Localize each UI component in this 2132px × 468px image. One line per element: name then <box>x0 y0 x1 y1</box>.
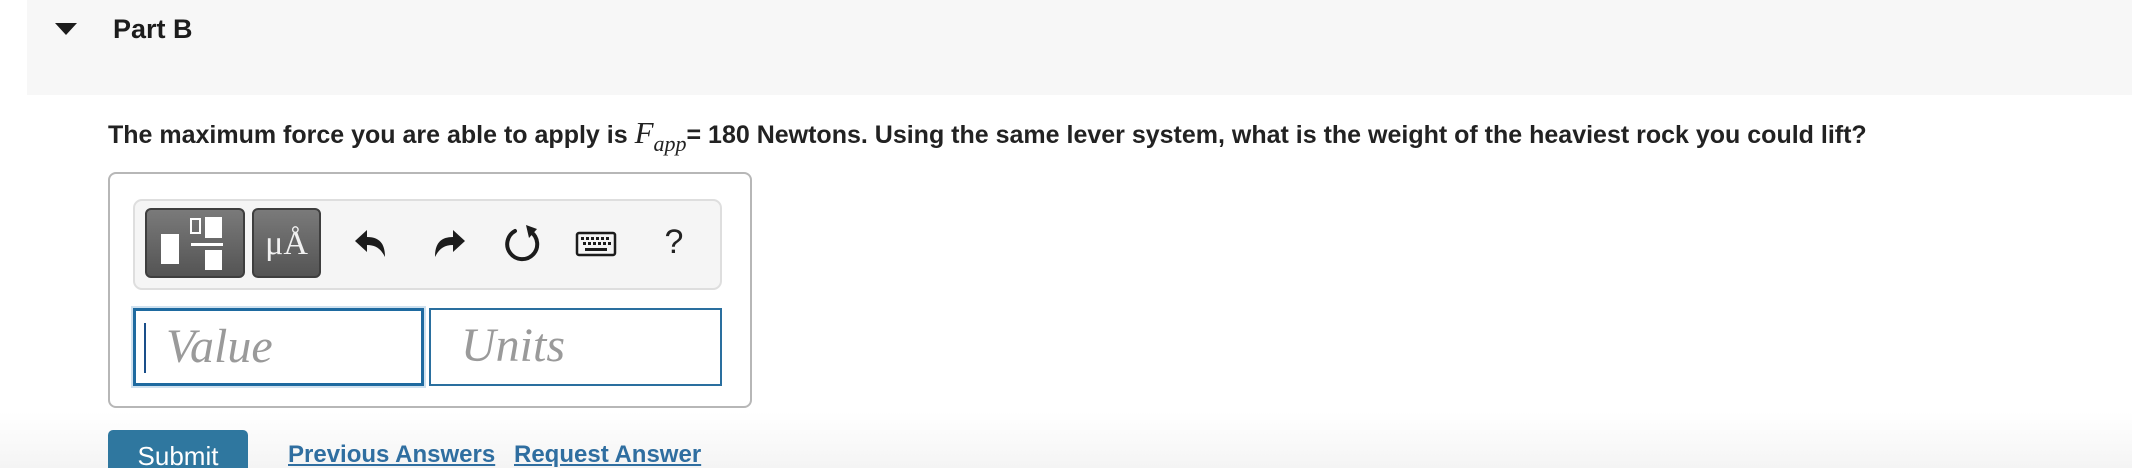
undo-icon[interactable] <box>345 215 401 271</box>
math-symbol: F <box>634 115 654 150</box>
redo-icon[interactable] <box>419 215 475 271</box>
request-answer-link[interactable]: Request Answer <box>514 438 701 468</box>
previous-answers-link[interactable]: Previous Answers <box>288 438 495 468</box>
templates-button[interactable] <box>145 208 245 278</box>
units-input[interactable]: Units <box>429 308 722 386</box>
page: Part B The maximum force you are able to… <box>0 0 2132 468</box>
value-input[interactable]: Value <box>133 308 424 386</box>
question-text-before: The maximum force you are able to apply … <box>108 121 635 149</box>
help-button[interactable]: ? <box>654 219 694 265</box>
question-text-after: = 180 Newtons. Using the same lever syst… <box>686 121 1867 149</box>
part-title: Part B <box>113 14 193 44</box>
math-subscript: app <box>653 131 687 156</box>
units-label: μÅ <box>265 225 308 262</box>
units-button[interactable]: μÅ <box>252 208 321 278</box>
keyboard-icon[interactable] <box>571 215 631 271</box>
value-placeholder: Value <box>166 320 273 373</box>
answer-box: μÅ ? Value Units <box>108 172 752 408</box>
caret-down-icon[interactable] <box>54 22 78 36</box>
question-text: The maximum force you are able to apply … <box>108 113 1867 156</box>
templates-icon <box>161 217 223 270</box>
reset-icon[interactable] <box>495 215 551 271</box>
submit-button[interactable]: Submit <box>108 430 248 468</box>
units-placeholder: Units <box>461 319 566 372</box>
math-toolbar: μÅ ? <box>133 199 722 290</box>
part-header <box>27 0 2132 95</box>
text-caret <box>144 323 146 373</box>
